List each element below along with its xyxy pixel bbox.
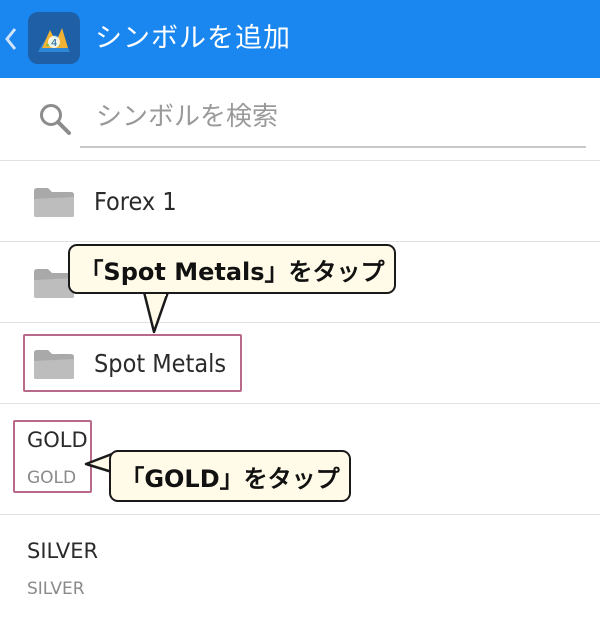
search-bar: [0, 78, 600, 160]
folder-row-forex-1[interactable]: Forex 1: [0, 160, 600, 241]
spot-metals-callout: 「Spot Metals」をタップ: [68, 244, 396, 294]
search-icon: [40, 104, 71, 135]
folder-label: Forex 1: [94, 187, 177, 216]
gold-highlight: [13, 420, 92, 493]
page-title: シンボルを追加: [95, 23, 291, 54]
app-header: 4 シンボルを追加: [0, 0, 600, 78]
symbol-name: SILVER: [27, 539, 99, 563]
spot-metals-highlight: [23, 334, 242, 392]
callout-pointer: [142, 292, 170, 334]
metatrader-app-icon[interactable]: 4: [28, 12, 80, 64]
search-input[interactable]: [80, 88, 586, 148]
symbol-row-silver[interactable]: SILVER SILVER: [0, 514, 600, 626]
svg-text:4: 4: [51, 38, 57, 49]
chevron-left-icon[interactable]: [4, 26, 18, 52]
folder-icon: [34, 188, 74, 217]
symbol-description: SILVER: [27, 579, 85, 599]
gold-callout: 「GOLD」をタップ: [109, 450, 351, 502]
